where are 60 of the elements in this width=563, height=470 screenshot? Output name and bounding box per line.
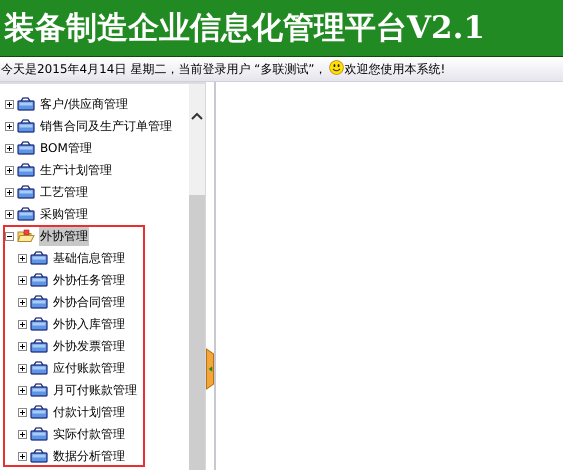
tree-item[interactable]: 客户/供应商管理: [39, 94, 130, 114]
expander-icon[interactable]: [18, 452, 27, 460]
folder-icon: [30, 273, 48, 287]
tree-item[interactable]: 采购管理: [39, 204, 89, 224]
expander-icon[interactable]: [5, 100, 14, 108]
collapse-tab-icon[interactable]: [206, 346, 214, 392]
tree-item[interactable]: 生产计划管理: [39, 160, 113, 180]
expander-icon[interactable]: [5, 210, 14, 218]
date-user-text: 今天是2015年4月14日 星期二，当前登录用户 “多联测试”，: [1, 60, 327, 78]
tree-item[interactable]: 外协合同管理: [52, 292, 126, 312]
expander-icon[interactable]: [5, 122, 14, 130]
tree-item[interactable]: 外协发票管理: [52, 336, 126, 356]
expander-icon[interactable]: [5, 188, 14, 196]
open-folder-icon: [17, 229, 35, 243]
app-title: 装备制造企业信息化管理平台V2.1: [4, 9, 485, 48]
expander-icon[interactable]: [18, 320, 27, 328]
expander-icon[interactable]: [5, 144, 14, 152]
expander-icon[interactable]: [5, 232, 14, 240]
folder-icon: [30, 449, 48, 463]
expander-icon[interactable]: [18, 408, 27, 416]
scroll-thumb[interactable]: [189, 195, 205, 470]
expander-icon[interactable]: [18, 298, 27, 306]
folder-icon: [17, 141, 35, 155]
folder-icon: [30, 295, 48, 309]
tree-item[interactable]: 月可付账款管理: [52, 380, 138, 400]
folder-icon: [30, 405, 48, 419]
tree-item[interactable]: 外协任务管理: [52, 270, 126, 290]
folder-icon: [17, 163, 35, 177]
tree-item[interactable]: 外协管理: [39, 226, 89, 246]
folder-icon: [17, 119, 35, 133]
folder-icon: [30, 339, 48, 353]
splitter-bar[interactable]: [205, 82, 216, 470]
folder-icon: [30, 361, 48, 375]
folder-icon: [30, 251, 48, 265]
tree-item[interactable]: 付款计划管理: [52, 402, 126, 422]
tree-item[interactable]: 外协入库管理: [52, 314, 126, 334]
expander-icon[interactable]: [5, 166, 14, 174]
folder-icon: [17, 185, 35, 199]
tree-item[interactable]: 基础信息管理: [52, 248, 126, 268]
scroll-up-icon[interactable]: [191, 112, 203, 120]
folder-icon: [30, 383, 48, 397]
smiley-icon: [328, 60, 344, 74]
folder-icon: [17, 97, 35, 111]
expander-icon[interactable]: [18, 430, 27, 438]
tree-item[interactable]: 实际付款管理: [52, 424, 126, 444]
expander-icon[interactable]: [18, 364, 27, 372]
tree-item[interactable]: 工艺管理: [39, 182, 89, 202]
folder-icon: [30, 427, 48, 441]
folder-icon: [17, 207, 35, 221]
tree-item[interactable]: 应付账款管理: [52, 358, 126, 378]
expander-icon[interactable]: [18, 342, 27, 350]
expander-icon[interactable]: [18, 254, 27, 262]
tree-item[interactable]: 数据分析管理: [52, 446, 126, 466]
expander-icon[interactable]: [18, 386, 27, 394]
tree-item[interactable]: BOM管理: [39, 138, 93, 158]
tree-item[interactable]: 销售合同及生产订单管理: [39, 116, 173, 136]
folder-icon: [30, 317, 48, 331]
expander-icon[interactable]: [18, 276, 27, 284]
scrollbar[interactable]: [189, 84, 205, 470]
welcome-text: 欢迎您使用本系统!: [344, 60, 446, 78]
